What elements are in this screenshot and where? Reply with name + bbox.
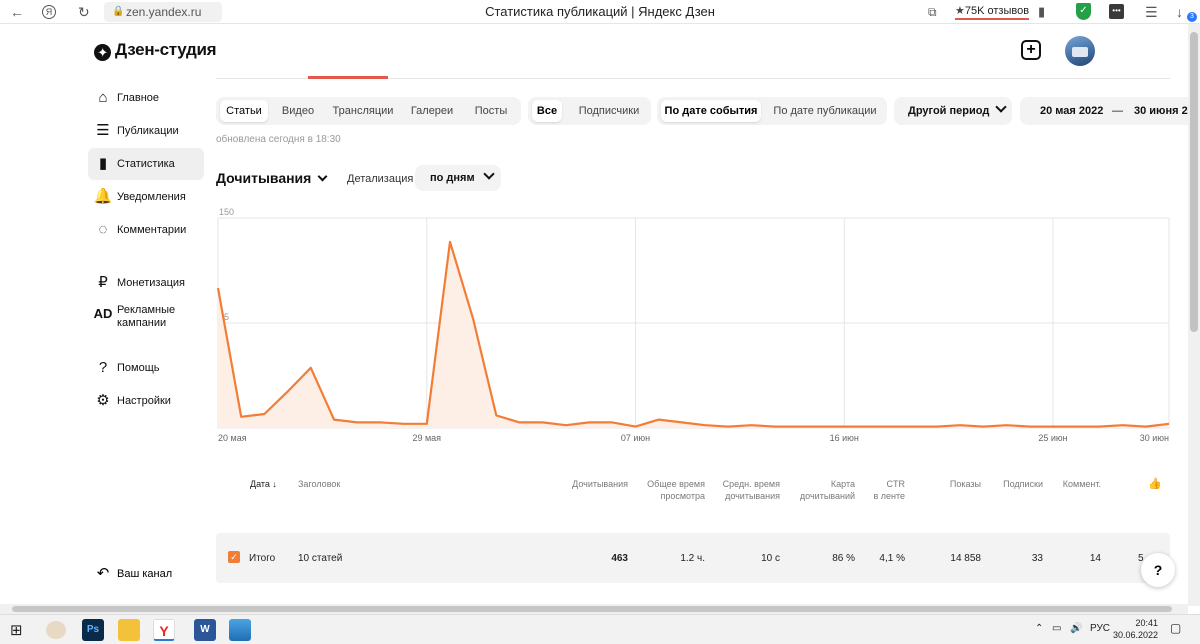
notification-center-icon[interactable]: ▢ bbox=[1170, 621, 1181, 635]
channel-label: Ваш канал bbox=[117, 568, 173, 580]
reads-chart: 07515020 мая29 мая07 июн16 июн25 июн30 и… bbox=[216, 207, 1170, 443]
horizontal-scrollbar[interactable] bbox=[0, 604, 1188, 614]
thumbs-up-icon[interactable]: 👍 bbox=[1148, 478, 1162, 490]
app-icon[interactable] bbox=[46, 621, 66, 639]
total-subscriptions: 33 bbox=[1031, 553, 1043, 564]
col-ctr[interactable]: CTR в ленте bbox=[855, 478, 905, 502]
series-line bbox=[216, 240, 1170, 428]
total-reads: 463 bbox=[611, 553, 628, 564]
windows-taskbar: ⊞ Ps Y W ⌃ ▭ 🔊 РУС 20:41 30.06.2022 ▢ bbox=[0, 614, 1200, 644]
x-tick-label: 30 июн bbox=[1140, 433, 1169, 443]
col-avg-time[interactable]: Средн. время дочитывания bbox=[704, 478, 780, 502]
col-label: Карта bbox=[830, 479, 855, 489]
x-tick-label: 25 июн bbox=[1038, 433, 1067, 443]
photoshop-icon[interactable]: Ps bbox=[82, 619, 104, 641]
folder-icon[interactable] bbox=[118, 619, 140, 641]
col-comments[interactable]: Коммент. bbox=[1048, 478, 1101, 490]
total-view-time: 1.2 ч. bbox=[680, 553, 705, 564]
total-impressions: 14 858 bbox=[950, 553, 981, 564]
clock-time: 20:41 bbox=[1135, 618, 1158, 628]
clock-date: 30.06.2022 bbox=[1112, 630, 1158, 640]
x-tick-label: 20 мая bbox=[218, 433, 247, 443]
series-area bbox=[218, 241, 1169, 428]
col-label-line2: дочитываний bbox=[799, 491, 855, 501]
y-tick-label: 150 bbox=[219, 207, 234, 217]
col-subscriptions[interactable]: Подписки bbox=[990, 478, 1043, 490]
volume-icon[interactable]: 🔊 bbox=[1070, 623, 1082, 634]
col-label-line2: просмотра bbox=[660, 491, 705, 501]
x-tick-label: 29 мая bbox=[412, 433, 441, 443]
scrollbar-thumb[interactable] bbox=[12, 606, 1172, 612]
help-button[interactable]: ? bbox=[1141, 553, 1175, 587]
photos-icon[interactable] bbox=[229, 619, 251, 641]
yandex-browser-icon[interactable]: Y bbox=[153, 619, 175, 641]
total-ctr: 4,1 % bbox=[879, 553, 905, 564]
col-reads[interactable]: Дочитывания bbox=[548, 478, 628, 490]
col-label: CTR bbox=[886, 479, 906, 489]
windows-start-icon[interactable]: ⊞ bbox=[10, 621, 23, 639]
total-avg-time: 10 с bbox=[761, 553, 780, 564]
total-checkbox[interactable]: ✓ bbox=[228, 551, 240, 563]
tray-arrow-icon[interactable]: ⌃ bbox=[1035, 623, 1043, 634]
vertical-scrollbar[interactable] bbox=[1188, 24, 1200, 606]
col-impressions[interactable]: Показы bbox=[920, 478, 981, 490]
your-channel-link[interactable]: ↶ Ваш канал bbox=[88, 560, 204, 588]
system-clock[interactable]: 20:41 30.06.2022 bbox=[1112, 617, 1158, 641]
x-tick-label: 16 июн bbox=[830, 433, 859, 443]
col-label: Общее время bbox=[647, 479, 705, 489]
total-read-map: 86 % bbox=[832, 553, 855, 564]
return-arrow-icon: ↶ bbox=[96, 565, 110, 582]
col-label: Средн. время bbox=[722, 479, 780, 489]
col-total-time[interactable]: Общее время просмотра bbox=[630, 478, 705, 502]
total-comments: 14 bbox=[1089, 553, 1101, 564]
x-tick-label: 07 июн bbox=[621, 433, 650, 443]
col-read-map[interactable]: Карта дочитываний bbox=[780, 478, 855, 502]
col-label-line2: дочитывания bbox=[725, 491, 780, 501]
col-title[interactable]: Заголовок bbox=[298, 478, 340, 490]
col-label-line2: в ленте bbox=[873, 491, 905, 501]
word-icon[interactable]: W bbox=[194, 619, 216, 641]
language-indicator[interactable]: РУС bbox=[1090, 623, 1110, 634]
total-title: 10 статей bbox=[298, 553, 343, 564]
total-label: Итого bbox=[249, 553, 276, 564]
network-icon[interactable]: ▭ bbox=[1052, 623, 1061, 634]
col-date[interactable]: Дата ↓ bbox=[250, 478, 277, 490]
scrollbar-thumb[interactable] bbox=[1190, 32, 1198, 332]
